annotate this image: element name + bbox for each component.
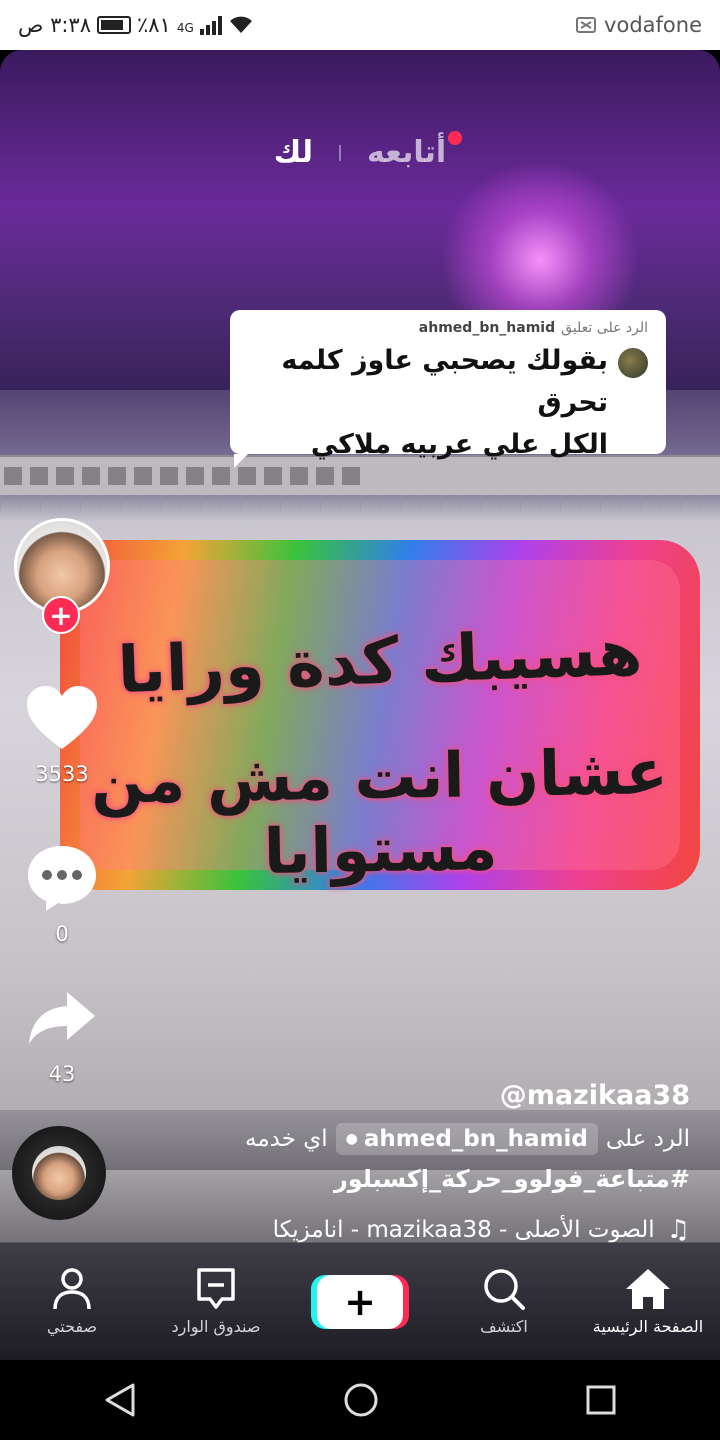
nav-inbox[interactable]: صندوق الوارد bbox=[146, 1267, 286, 1336]
bubble-text: بقولك يصحبي عاوز كلمه تحرق الكل علي عربي… bbox=[248, 340, 608, 466]
tab-for-you[interactable]: لك bbox=[274, 135, 313, 170]
comment-count: 0 bbox=[55, 922, 69, 946]
sound-row[interactable]: ♫ الصوت الأصلى - mazikaa38 - انامزيكا bbox=[130, 1215, 690, 1245]
create-button[interactable]: + bbox=[317, 1274, 403, 1329]
music-note-icon: ♫ bbox=[666, 1215, 690, 1245]
bubble-header-prefix: الرد على تعليق bbox=[561, 320, 648, 336]
tab-separator bbox=[338, 144, 341, 161]
caption-reply-suffix: اي خدمه bbox=[244, 1126, 328, 1152]
home-circle-icon[interactable] bbox=[343, 1382, 379, 1418]
video-ruler bbox=[0, 495, 720, 509]
search-icon bbox=[484, 1269, 525, 1310]
battery-icon bbox=[97, 16, 131, 34]
bubble-username: ahmed_bn_hamid bbox=[418, 320, 556, 336]
reply-user-chip[interactable]: ● ahmed_bn_hamid bbox=[335, 1123, 598, 1155]
commenter-avatar bbox=[618, 348, 648, 378]
status-time: ٣:٣٨ ص bbox=[18, 13, 91, 37]
system-nav-bar bbox=[0, 1360, 720, 1440]
caption-username[interactable]: @mazikaa38 bbox=[130, 1080, 690, 1111]
status-right: vodafone bbox=[576, 13, 702, 37]
sound-disc-avatar bbox=[32, 1146, 86, 1200]
network-type: 4G bbox=[176, 21, 194, 35]
comment-icon[interactable] bbox=[12, 838, 112, 918]
feed-tabs: لك أتابعه bbox=[0, 131, 720, 170]
nav-discover-label: اكتشف bbox=[480, 1317, 528, 1336]
reply-user-name: ahmed_bn_hamid bbox=[363, 1126, 588, 1152]
nav-home[interactable]: الصفحة الرئيسية bbox=[578, 1267, 718, 1336]
tab-following[interactable]: أتابعه bbox=[366, 131, 463, 170]
status-left: ٣:٣٨ ص ٪٨١ 4G bbox=[18, 13, 254, 37]
comment-action[interactable]: 0 bbox=[12, 838, 112, 946]
caption-reply-prefix: الرد على bbox=[605, 1126, 690, 1152]
status-bar: ٣:٣٨ ص ٪٨١ 4G vodafone bbox=[0, 0, 720, 50]
bubble-text-line-1: بقولك يصحبي عاوز كلمه تحرق bbox=[281, 345, 608, 418]
caption-hashtags[interactable]: #متباعة_فولوو_حركة_إكسبلور bbox=[130, 1165, 690, 1193]
nav-inbox-label: صندوق الوارد bbox=[171, 1317, 261, 1336]
bubble-header: الرد على تعليق ahmed_bn_hamid bbox=[248, 320, 648, 336]
comment-bubble-icon: ● bbox=[345, 1131, 358, 1147]
share-icon[interactable] bbox=[12, 978, 112, 1058]
battery-percent: ٪٨١ bbox=[137, 13, 171, 37]
nav-profile[interactable]: صفحتي bbox=[2, 1267, 142, 1336]
notification-dot bbox=[448, 131, 463, 145]
nav-create[interactable]: + bbox=[290, 1274, 430, 1329]
home-icon bbox=[626, 1269, 670, 1309]
share-action[interactable]: 43 bbox=[12, 978, 112, 1086]
tab-following-label: أتابعه bbox=[366, 135, 447, 170]
heart-icon[interactable] bbox=[12, 678, 112, 758]
bubble-body: بقولك يصحبي عاوز كلمه تحرق الكل علي عربي… bbox=[248, 340, 648, 466]
bubble-text-line-2: الكل علي عربيه ملاكي bbox=[310, 429, 608, 460]
caption-reply-line: الرد على ● ahmed_bn_hamid اي خدمه bbox=[130, 1123, 690, 1155]
follow-button[interactable]: + bbox=[42, 596, 80, 634]
reply-comment-bubble[interactable]: الرد على تعليق ahmed_bn_hamid بقولك يصحب… bbox=[230, 310, 666, 468]
wifi-icon bbox=[229, 16, 252, 33]
sim-icon bbox=[576, 17, 597, 33]
profile-icon bbox=[53, 1268, 91, 1310]
share-count: 43 bbox=[48, 1062, 76, 1086]
nav-home-label: الصفحة الرئيسية bbox=[592, 1317, 704, 1336]
sound-name: الصوت الأصلى - mazikaa38 - انامزيكا bbox=[272, 1217, 655, 1243]
back-icon[interactable] bbox=[103, 1382, 137, 1418]
recents-icon[interactable] bbox=[585, 1384, 617, 1416]
like-action[interactable]: 3533 bbox=[12, 678, 112, 786]
nav-discover[interactable]: اكتشف bbox=[434, 1267, 574, 1336]
sound-disc[interactable] bbox=[12, 1126, 106, 1220]
sticker-line-2: عشان انت مش من مستوايا bbox=[90, 734, 669, 889]
video-player[interactable]: هسيبك كدة ورايا عشان انت مش من مستوايا ل… bbox=[0, 50, 720, 1360]
video-caption: @mazikaa38 الرد على ● ahmed_bn_hamid اي … bbox=[130, 1080, 690, 1245]
nav-profile-label: صفحتي bbox=[46, 1317, 98, 1336]
video-sticker-text: هسيبك كدة ورايا عشان انت مش من مستوايا bbox=[60, 540, 700, 890]
like-count: 3533 bbox=[35, 762, 89, 786]
inbox-icon bbox=[197, 1268, 235, 1309]
bottom-nav: صفحتي صندوق الوارد + اكتشف الصفحة الرئيس… bbox=[0, 1242, 720, 1360]
carrier-name: vodafone bbox=[604, 13, 702, 37]
signal-icon bbox=[199, 15, 222, 35]
